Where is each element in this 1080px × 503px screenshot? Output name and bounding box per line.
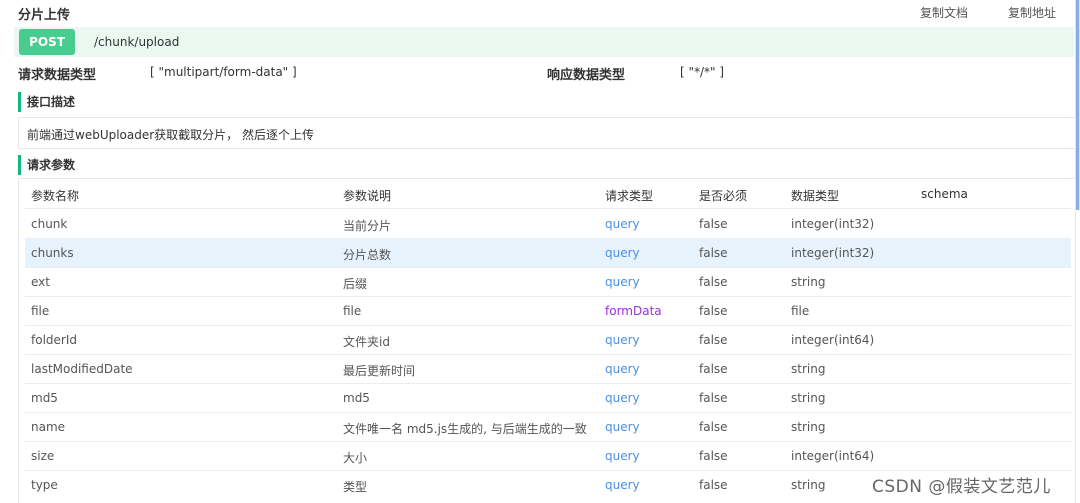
param-in: query [605, 275, 640, 289]
param-name: size [31, 449, 55, 463]
column-header: 是否必须 [699, 189, 748, 203]
param-in: query [605, 449, 640, 463]
param-type: integer(int32) [791, 246, 875, 260]
param-required: false [699, 478, 728, 492]
params-table: 参数名称 参数说明 请求类型 是否必须 数据类型 schema chunk 当前… [18, 178, 1076, 503]
param-in: query [605, 391, 640, 405]
param-required: false [699, 217, 728, 231]
table-row: chunk 当前分片 query false integer(int32) [25, 209, 1071, 239]
column-header: schema [921, 187, 968, 201]
param-desc: file [343, 304, 362, 318]
param-required: false [699, 246, 728, 260]
param-desc: 分片总数 [343, 248, 392, 262]
param-name: lastModifiedDate [31, 362, 133, 376]
param-name: type [31, 478, 58, 492]
copy-url-button[interactable]: 复制地址 [1008, 4, 1056, 21]
column-header: 数据类型 [791, 189, 840, 203]
param-required: false [699, 362, 728, 376]
table-row: md5 md5 query false string [25, 383, 1071, 413]
method-bar: POST /chunk/upload [14, 27, 1074, 57]
param-type: string [791, 420, 826, 434]
request-type-value: [ "multipart/form-data" ] [150, 65, 297, 79]
params-heading: 请求参数 [18, 155, 75, 175]
request-type-label: 请求数据类型 [18, 68, 97, 83]
param-in: formData [605, 304, 662, 318]
param-name: name [31, 420, 66, 434]
method-badge: POST [19, 29, 75, 55]
scrollbar-thumb[interactable] [1076, 0, 1079, 210]
param-desc: 后缀 [343, 277, 368, 291]
param-type: integer(int64) [791, 333, 875, 347]
param-desc: 类型 [343, 480, 368, 494]
param-required: false [699, 420, 728, 434]
copy-doc-button[interactable]: 复制文档 [920, 4, 968, 21]
table-row: folderId 文件夹id query false integer(int64… [25, 325, 1071, 355]
param-in: query [605, 246, 640, 260]
param-required: false [699, 333, 728, 347]
column-header: 参数名称 [31, 189, 80, 203]
api-title: 分片上传 [18, 8, 71, 23]
param-name: chunk [31, 217, 68, 231]
table-row: chunks 分片总数 query false integer(int32) [25, 238, 1071, 268]
param-type: string [791, 478, 826, 492]
param-required: false [699, 275, 728, 289]
param-desc: 大小 [343, 451, 368, 465]
param-name: file [31, 304, 50, 318]
param-in: query [605, 420, 640, 434]
param-type: string [791, 391, 826, 405]
table-row: lastModifiedDate 最后更新时间 query false stri… [25, 354, 1071, 384]
description-box: 前端通过webUploader获取截取分片， 然后逐个上传 [18, 117, 1076, 149]
table-header-row: 参数名称 参数说明 请求类型 是否必须 数据类型 schema [25, 179, 1071, 209]
param-type: integer(int64) [791, 449, 875, 463]
param-in: query [605, 333, 640, 347]
column-header: 请求类型 [605, 189, 654, 203]
table-row: ext 后缀 query false string [25, 267, 1071, 297]
param-name: chunks [31, 246, 74, 260]
param-in: query [605, 478, 640, 492]
param-in: query [605, 217, 640, 231]
table-row: file file formData false file [25, 296, 1071, 326]
csdn-watermark: CSDN @假装文艺范儿 [872, 477, 1051, 497]
table-row: size 大小 query false integer(int64) [25, 441, 1071, 471]
param-desc: 文件夹id [343, 335, 390, 349]
param-type: string [791, 362, 826, 376]
param-name: ext [31, 275, 50, 289]
description-heading: 接口描述 [18, 92, 75, 112]
endpoint-path: /chunk/upload [94, 35, 180, 49]
param-name: md5 [31, 391, 58, 405]
table-row: name 文件唯一名 md5.js生成的, 与后端生成的一致 query fal… [25, 412, 1071, 442]
param-type: integer(int32) [791, 217, 875, 231]
param-desc: 文件唯一名 md5.js生成的, 与后端生成的一致 [343, 422, 587, 436]
param-required: false [699, 391, 728, 405]
response-type-label: 响应数据类型 [547, 68, 626, 83]
top-bar: 分片上传 复制文档 复制地址 [0, 0, 1080, 24]
column-header: 参数说明 [343, 189, 392, 203]
response-type-value: [ "*/*" ] [680, 65, 725, 79]
param-required: false [699, 304, 728, 318]
param-name: folderId [31, 333, 77, 347]
param-type: string [791, 275, 826, 289]
param-desc: 最后更新时间 [343, 364, 416, 378]
description-text: 前端通过webUploader获取截取分片， 然后逐个上传 [27, 128, 314, 142]
param-desc: md5 [343, 391, 370, 405]
param-in: query [605, 362, 640, 376]
param-type: file [791, 304, 810, 318]
param-desc: 当前分片 [343, 219, 392, 233]
param-required: false [699, 449, 728, 463]
